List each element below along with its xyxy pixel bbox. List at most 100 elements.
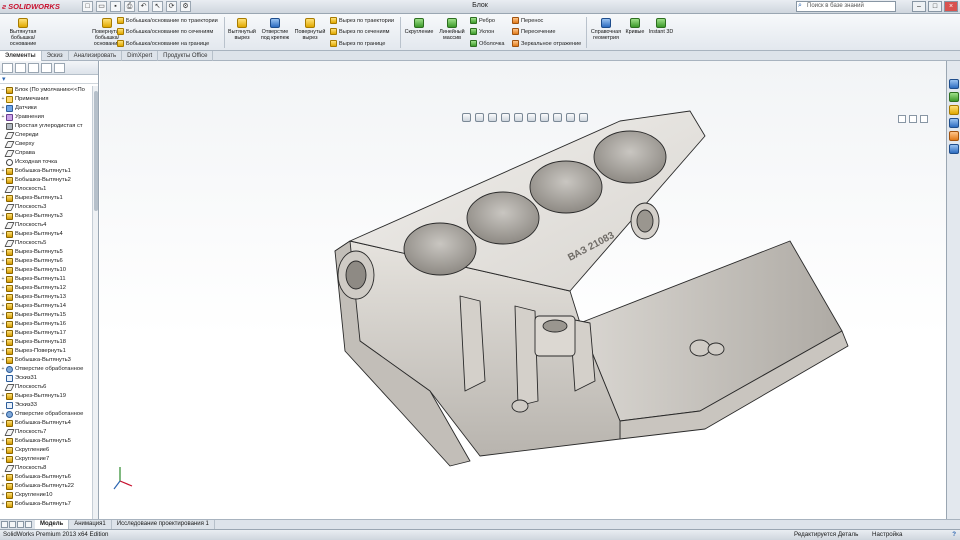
maximize-button[interactable]: □ <box>928 1 942 12</box>
linear-pattern-button[interactable]: Линейный массив <box>437 18 467 41</box>
tree-item[interactable]: Плоскость1 <box>0 185 92 194</box>
intersect-button[interactable]: Пересечение <box>512 28 555 35</box>
tree-item[interactable]: + Вырез-Вытянуть10 <box>0 266 92 275</box>
tree-item[interactable]: + Скругление6 <box>0 446 92 455</box>
tab-features[interactable]: Элементы <box>0 51 42 61</box>
boundary-cut-button[interactable]: Вырез по границе <box>330 40 385 47</box>
tab-model[interactable]: Модель <box>35 520 70 529</box>
last-tab-arrow[interactable] <box>25 521 32 528</box>
tree-item[interactable]: + Вырез-Вытянуть11 <box>0 275 92 284</box>
tree-item[interactable]: Исходная точка <box>0 158 92 167</box>
draft-button[interactable]: Уклон <box>470 28 494 35</box>
select-icon[interactable]: ↖ <box>152 1 163 12</box>
tab-office-products[interactable]: Продукты Office <box>158 51 214 61</box>
new-document-icon[interactable]: □ <box>82 1 93 12</box>
file-explorer-icon[interactable] <box>948 105 959 115</box>
tree-item[interactable]: + Вырез-Вытянуть15 <box>0 311 92 320</box>
tree-item[interactable]: Плоскость5 <box>0 239 92 248</box>
tree-item[interactable]: + Скругление7 <box>0 455 92 464</box>
tab-dimxpert[interactable]: DimXpert <box>122 51 159 61</box>
tree-item[interactable]: + Бобышка-Вытянуть22 <box>0 482 92 491</box>
extrude-boss-button[interactable]: Вытянутая бобышка/основание <box>3 18 43 47</box>
tree-item[interactable]: Справа <box>0 149 92 158</box>
search-icon[interactable]: ⌕ <box>798 2 802 10</box>
tree-item[interactable]: Эскиз31 <box>0 374 92 383</box>
tree-item[interactable]: + Вырез-Вытянуть17 <box>0 329 92 338</box>
revolved-cut-button[interactable]: Повернутый вырез <box>292 18 328 41</box>
tree-item[interactable]: + Вырез-Вытянуть5 <box>0 248 92 257</box>
tree-item[interactable]: + Отверстие обработанное <box>0 365 92 374</box>
tree-item[interactable]: + Примечания <box>0 95 92 104</box>
tree-item[interactable]: Спереди <box>0 131 92 140</box>
extruded-cut-button[interactable]: Вытянутый вырез <box>226 18 258 41</box>
tab-animation1[interactable]: Анимация1 <box>69 520 112 529</box>
tree-item[interactable]: Сверху <box>0 140 92 149</box>
tree-item[interactable]: Простая углеродистая ст <box>0 122 92 131</box>
solidworks-resources-icon[interactable] <box>948 79 959 89</box>
customize-menu[interactable]: Настройка <box>872 530 902 540</box>
feature-tree-tab-icon[interactable] <box>2 63 13 73</box>
tree-item[interactable]: + Вырез-Вытянуть1 <box>0 194 92 203</box>
instant3d-button[interactable]: Instant 3D <box>648 18 674 35</box>
dimxpert-manager-tab-icon[interactable] <box>41 63 52 73</box>
tree-item[interactable]: + Бобышка-Вытянуть4 <box>0 419 92 428</box>
tree-item[interactable]: + Датчики <box>0 104 92 113</box>
tree-scrollbar[interactable] <box>92 86 98 519</box>
tree-item[interactable]: + Уравнения <box>0 113 92 122</box>
tree-item[interactable]: + Вырез-Вытянуть18 <box>0 338 92 347</box>
swept-boss-button[interactable]: Бобышка/основание по траектории <box>117 17 218 24</box>
rebuild-icon[interactable]: ⟳ <box>166 1 177 12</box>
hole-wizard-button[interactable]: Отверстие под крепеж <box>259 18 291 41</box>
curves-button[interactable]: Кривые <box>625 18 645 35</box>
tree-item[interactable]: + Вырез-Вытянуть13 <box>0 293 92 302</box>
tree-item[interactable]: + Бобышка-Вытянуть2 <box>0 176 92 185</box>
tree-item[interactable]: Плоскость8 <box>0 464 92 473</box>
mirror-button[interactable]: Зеркальное отражение <box>512 40 581 47</box>
prev-tab-arrow[interactable] <box>9 521 16 528</box>
appearances-icon[interactable] <box>948 131 959 141</box>
tab-evaluate[interactable]: Анализировать <box>69 51 123 61</box>
tree-filter[interactable]: ▾ <box>0 75 98 84</box>
tree-item[interactable]: + Вырез-Повернуть1 <box>0 347 92 356</box>
tree-item[interactable]: + Бобышка-Вытянуть1 <box>0 167 92 176</box>
tree-root[interactable]: – Блок (По умолчанию<<По <box>0 86 92 95</box>
reference-geometry-button[interactable]: Справочная геометрия <box>588 18 624 41</box>
engine-block-model[interactable]: ВАЗ 21083 <box>100 61 946 519</box>
tree-item[interactable]: + Бобышка-Вытянуть3 <box>0 356 92 365</box>
tree-item[interactable]: + Вырез-Вытянуть4 <box>0 230 92 239</box>
rib-button[interactable]: Ребро <box>470 17 495 24</box>
print-icon[interactable]: ⎙ <box>124 1 135 12</box>
lofted-cut-button[interactable]: Вырез по сечениям <box>330 28 390 35</box>
tab-design-study[interactable]: Исследование проектирования 1 <box>112 520 215 529</box>
tree-item[interactable]: Плоскость6 <box>0 383 92 392</box>
help-icon[interactable]: ? <box>952 530 956 540</box>
first-tab-arrow[interactable] <box>1 521 8 528</box>
fillet-button[interactable]: Скругление <box>402 18 436 35</box>
tree-item[interactable]: Плоскость7 <box>0 428 92 437</box>
custom-properties-icon[interactable] <box>948 144 959 154</box>
boundary-boss-button[interactable]: Бобышка/основание на границе <box>117 40 209 47</box>
tree-item[interactable]: Плоскость3 <box>0 203 92 212</box>
graphics-area[interactable]: ВАЗ 21083 <box>100 61 946 519</box>
property-manager-tab-icon[interactable] <box>15 63 26 73</box>
solidworks-logo[interactable]: ƨ SOLIDWORKS <box>2 2 60 11</box>
tree-item[interactable]: + Вырез-Вытянуть14 <box>0 302 92 311</box>
design-library-icon[interactable] <box>948 92 959 102</box>
next-tab-arrow[interactable] <box>17 521 24 528</box>
configuration-manager-tab-icon[interactable] <box>28 63 39 73</box>
loft-boss-button[interactable]: Бобышка/основание по сечениям <box>117 28 213 35</box>
tree-item[interactable]: Эскиз33 <box>0 401 92 410</box>
tree-item[interactable]: + Скругление10 <box>0 491 92 500</box>
tree-item[interactable]: + Вырез-Вытянуть3 <box>0 212 92 221</box>
tree-item[interactable]: + Бобышка-Вытянуть6 <box>0 473 92 482</box>
tab-sketch[interactable]: Эскиз <box>42 51 69 61</box>
knowledge-search-input[interactable]: Поиск в базе знаний <box>796 1 896 12</box>
tree-item[interactable]: + Отверстие обработанное <box>0 410 92 419</box>
open-folder-icon[interactable]: ▭ <box>96 1 107 12</box>
tree-item[interactable]: + Бобышка-Вытянуть7 <box>0 500 92 509</box>
tree-item[interactable]: + Вырез-Вытянуть16 <box>0 320 92 329</box>
view-palette-icon[interactable] <box>948 118 959 128</box>
shell-button[interactable]: Оболочка <box>470 40 504 47</box>
save-icon[interactable]: ▪ <box>110 1 121 12</box>
wrap-button[interactable]: Перенос <box>512 17 543 24</box>
